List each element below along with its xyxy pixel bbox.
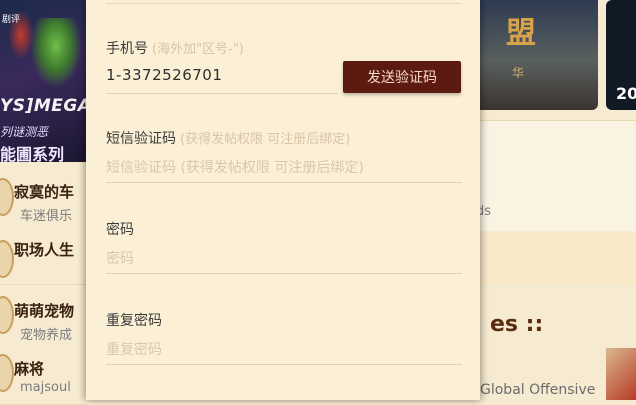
forum-name: 萌萌宠物 — [14, 302, 75, 320]
confirm-password-label: 重复密码 — [106, 313, 162, 329]
list-item[interactable]: 萌萌宠物 宠物养成 — [0, 288, 86, 347]
confirm-password-field-group: 重复密码 重复密码 — [106, 310, 462, 365]
right-panel — [476, 120, 636, 231]
password-underline — [106, 273, 462, 274]
far-banner-year: 20 — [616, 84, 636, 103]
forum-avatar — [0, 240, 14, 278]
phone-input[interactable]: 1-3372526701 — [106, 66, 222, 84]
banner-tag: 剧评 — [2, 15, 21, 25]
list-item[interactable]: 麻将 majsoul — [0, 346, 86, 405]
sms-hint: (获得发帖权限 可注册后绑定) — [180, 132, 351, 147]
register-modal: 手机号 (海外加"区号-") 1-3372526701 发送验证码 短信验证码 (获… — [86, 0, 480, 400]
banner-art-mecha — [30, 18, 82, 88]
sms-label: 短信验证码 — [106, 131, 176, 147]
divider — [106, 3, 461, 4]
confirm-password-underline — [106, 364, 462, 365]
forum-desc: majsoul — [20, 380, 71, 395]
forum-avatar — [0, 296, 14, 334]
right-panel-band — [476, 232, 636, 284]
game-thumbnail[interactable] — [606, 348, 636, 400]
games-section-title: es :: — [490, 312, 544, 337]
password-input[interactable]: 密码 — [106, 248, 134, 268]
password-label: 密码 — [106, 222, 134, 238]
left-banner[interactable]: 剧评 YS]MEGA 列谜测恶 能圃系列 — [0, 0, 86, 162]
far-right-banner[interactable]: 20 — [606, 0, 636, 110]
confirm-password-input[interactable]: 重复密码 — [106, 339, 162, 359]
phone-label: 手机号 — [106, 41, 148, 57]
password-field-group: 密码 密码 — [106, 219, 462, 274]
right-banner-sub: 华 — [512, 66, 525, 80]
phone-hint: (海外加"区号-") — [152, 42, 244, 57]
right-banner-title: 盟 — [506, 16, 538, 51]
send-code-button[interactable]: 发送验证码 — [343, 61, 461, 93]
forum-desc: 宠物养成 — [20, 328, 73, 343]
forum-avatar — [0, 354, 14, 392]
right-banner[interactable]: 盟 华 — [476, 0, 598, 110]
banner-subtitle: 列谜测恶 — [0, 125, 49, 139]
sms-field-group: 短信验证码 (获得发帖权限 可注册后绑定) 短信验证码 (获得发帖权限 可注册后绑… — [106, 128, 462, 183]
forum-desc: 车迷俱乐 — [20, 209, 73, 224]
forum-name: 寂寞的车 — [14, 183, 75, 201]
game-link-text[interactable]: Global Offensive — [480, 382, 595, 398]
list-item[interactable]: 寂寞的车 车迷俱乐 — [0, 168, 86, 227]
phone-underline — [106, 93, 338, 94]
banner-subtitle-2: 能圃系列 — [0, 145, 65, 162]
forum-avatar — [0, 178, 14, 216]
list-item[interactable]: 职场人生 — [0, 226, 86, 285]
sms-code-input[interactable]: 短信验证码 (获得发帖权限 可注册后绑定) — [106, 157, 364, 177]
banner-title: YS]MEGA — [0, 96, 86, 116]
sms-underline — [106, 182, 462, 183]
forum-name: 麻将 — [14, 360, 45, 378]
phone-field-group: 手机号 (海外加"区号-") 1-3372526701 — [106, 38, 462, 94]
forum-name: 职场人生 — [14, 241, 75, 259]
